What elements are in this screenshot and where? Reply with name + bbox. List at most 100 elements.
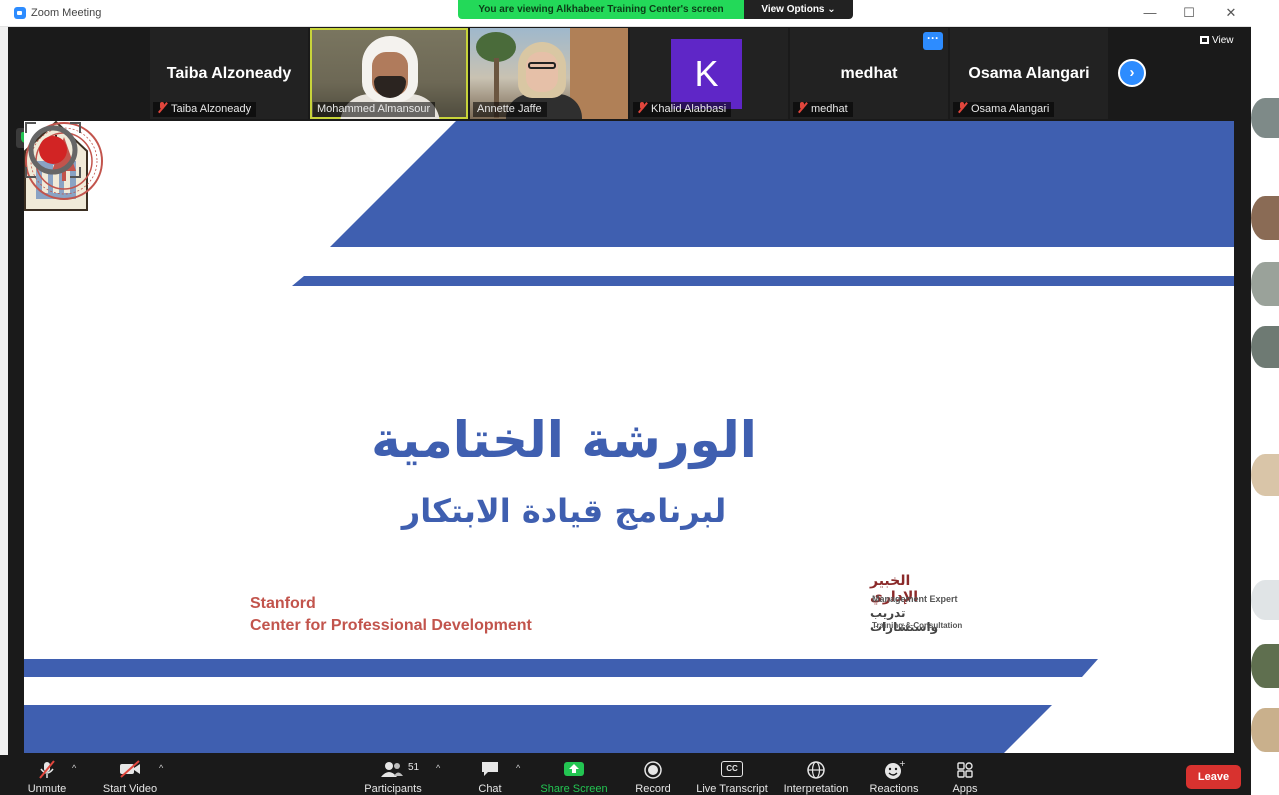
svg-text:+: +: [899, 760, 905, 768]
reactions-button[interactable]: + Reactions: [866, 755, 922, 795]
muted-mic-icon: [797, 102, 808, 113]
record-label: Record: [635, 783, 671, 795]
participants-button[interactable]: 51 Participants: [360, 755, 426, 795]
audio-options-caret-icon[interactable]: ^: [72, 763, 76, 773]
apps-icon: [957, 762, 973, 778]
participant-name-label: Osama Alangari: [953, 102, 1055, 117]
stanford-center-name: Center for Professional Development: [250, 617, 532, 634]
participant-display-name: medhat: [840, 65, 898, 82]
chevron-down-icon: ⌄: [827, 4, 836, 15]
grid-icon: [1200, 36, 1209, 44]
participant-name-label: medhat: [793, 102, 853, 117]
zoom-meeting-window: Zoom Meeting You are viewing Alkhabeer T…: [0, 0, 1279, 795]
unmute-label: Unmute: [27, 783, 67, 795]
background-thumbnail: [1251, 196, 1279, 240]
background-thumbnail: [1251, 326, 1279, 368]
management-expert-logo: [25, 122, 81, 178]
video-off-icon: [120, 760, 140, 778]
view-label: View: [1212, 35, 1234, 46]
minimize-button[interactable]: —: [1136, 3, 1164, 23]
leave-button[interactable]: Leave: [1186, 765, 1241, 789]
view-options-button[interactable]: View Options ⌄: [744, 0, 853, 19]
participant-tile[interactable]: Osama Alangari Osama Alangari: [950, 28, 1108, 119]
participants-icon: [381, 762, 403, 777]
participant-name-label: Taiba Alzoneady: [153, 102, 257, 117]
chat-options-caret-icon[interactable]: ^: [516, 763, 520, 773]
slide-title-arabic: الورشة الختامية: [371, 411, 757, 469]
chat-bubble-icon: [482, 762, 498, 776]
background-thumbnail: [1251, 708, 1279, 752]
video-face: [526, 52, 558, 92]
participant-tile[interactable]: Annette Jaffe: [470, 28, 628, 119]
participant-name: medhat: [811, 103, 848, 115]
background-thumbnail: [1251, 644, 1279, 688]
background-thumbnail: [1251, 454, 1279, 496]
blue-band-bottom: [24, 705, 1052, 753]
participant-name: Osama Alangari: [971, 103, 1050, 115]
close-button[interactable]: ✕: [1217, 3, 1245, 23]
participant-name-label: Khalid Alabbasi: [633, 102, 732, 117]
stanford-name: Stanford: [250, 595, 316, 612]
participant-gallery-strip: Taiba Alzoneady Taiba Alzoneady Mohammed…: [8, 27, 1251, 119]
video-options-caret-icon[interactable]: ^: [159, 763, 163, 773]
view-button[interactable]: View: [1200, 35, 1234, 46]
blue-stripe-bottom: [24, 659, 1098, 677]
share-screen-icon: [564, 762, 584, 776]
window-title: Zoom Meeting: [31, 7, 102, 19]
smiley-reaction-icon: +: [885, 760, 905, 779]
participant-name: Taiba Alzoneady: [171, 103, 252, 115]
start-video-label: Start Video: [102, 783, 158, 795]
participant-tile[interactable]: Taiba Alzoneady Taiba Alzoneady: [150, 28, 308, 119]
screen-share-banner: You are viewing Alkhabeer Training Cente…: [458, 0, 744, 19]
participant-name: Khalid Alabbasi: [651, 103, 727, 115]
training-consultation-english: Training & Consultation: [872, 621, 963, 630]
participant-display-name: Osama Alangari: [968, 65, 1090, 82]
view-options-label: View Options: [761, 4, 825, 15]
participant-tile[interactable]: K Khalid Alabbasi: [630, 28, 788, 119]
live-transcript-button[interactable]: CC Live Transcript: [694, 755, 770, 795]
interpretation-label: Interpretation: [783, 783, 849, 795]
blue-stripe-top: [292, 276, 1234, 286]
maximize-button[interactable]: ☐: [1175, 3, 1203, 23]
closed-caption-icon: CC: [721, 761, 743, 777]
participants-count: 51: [408, 762, 420, 773]
participant-name: Mohammed Almansour: [317, 103, 431, 115]
background-thumbnail: [1251, 262, 1279, 306]
participant-display-name: Taiba Alzoneady: [166, 65, 292, 82]
live-transcript-label: Live Transcript: [696, 783, 768, 795]
share-screen-button[interactable]: Share Screen: [538, 755, 610, 795]
title-bar: Zoom Meeting You are viewing Alkhabeer T…: [0, 0, 1251, 27]
zoom-app-icon: [14, 7, 26, 19]
record-button[interactable]: Record: [630, 755, 676, 795]
participant-name-label: Annette Jaffe: [473, 102, 547, 117]
apps-label: Apps: [952, 783, 978, 795]
record-icon: [644, 761, 662, 779]
slide-subtitle-arabic: لبرنامج قيادة الابتكار: [401, 492, 727, 530]
interpretation-button[interactable]: Interpretation: [778, 755, 854, 795]
participant-name: Annette Jaffe: [477, 103, 542, 115]
next-page-arrow-icon[interactable]: ›: [1118, 59, 1146, 87]
background-thumbnail: [1251, 98, 1279, 138]
participant-name-label: Mohammed Almansour: [313, 102, 436, 117]
muted-mic-icon: [957, 102, 968, 113]
blue-band-top: [330, 121, 1234, 247]
muted-microphone-icon: [39, 760, 55, 779]
meeting-toolbar: Unmute ^ Start Video ^ 51 Participants ^: [0, 755, 1251, 795]
video-glasses: [528, 62, 556, 69]
muted-mic-icon: [157, 102, 168, 113]
reactions-label: Reactions: [869, 783, 919, 795]
chat-label: Chat: [478, 783, 502, 795]
more-options-icon[interactable]: ···: [923, 32, 943, 50]
unmute-button[interactable]: Unmute: [18, 755, 76, 795]
globe-icon: [807, 761, 825, 779]
participant-tile[interactable]: Mohammed Almansour: [310, 28, 468, 119]
participants-label: Participants: [364, 783, 422, 795]
background-thumbnail: [1251, 580, 1279, 620]
muted-mic-icon: [637, 102, 648, 113]
participants-options-caret-icon[interactable]: ^: [436, 763, 440, 773]
participant-avatar: K: [671, 39, 742, 109]
shared-slide: الورشة الختامية لبرنامج قيادة الابتكار S…: [24, 121, 1234, 753]
apps-button[interactable]: Apps: [944, 755, 986, 795]
chat-button[interactable]: Chat: [470, 755, 510, 795]
start-video-button[interactable]: Start Video: [98, 755, 162, 795]
